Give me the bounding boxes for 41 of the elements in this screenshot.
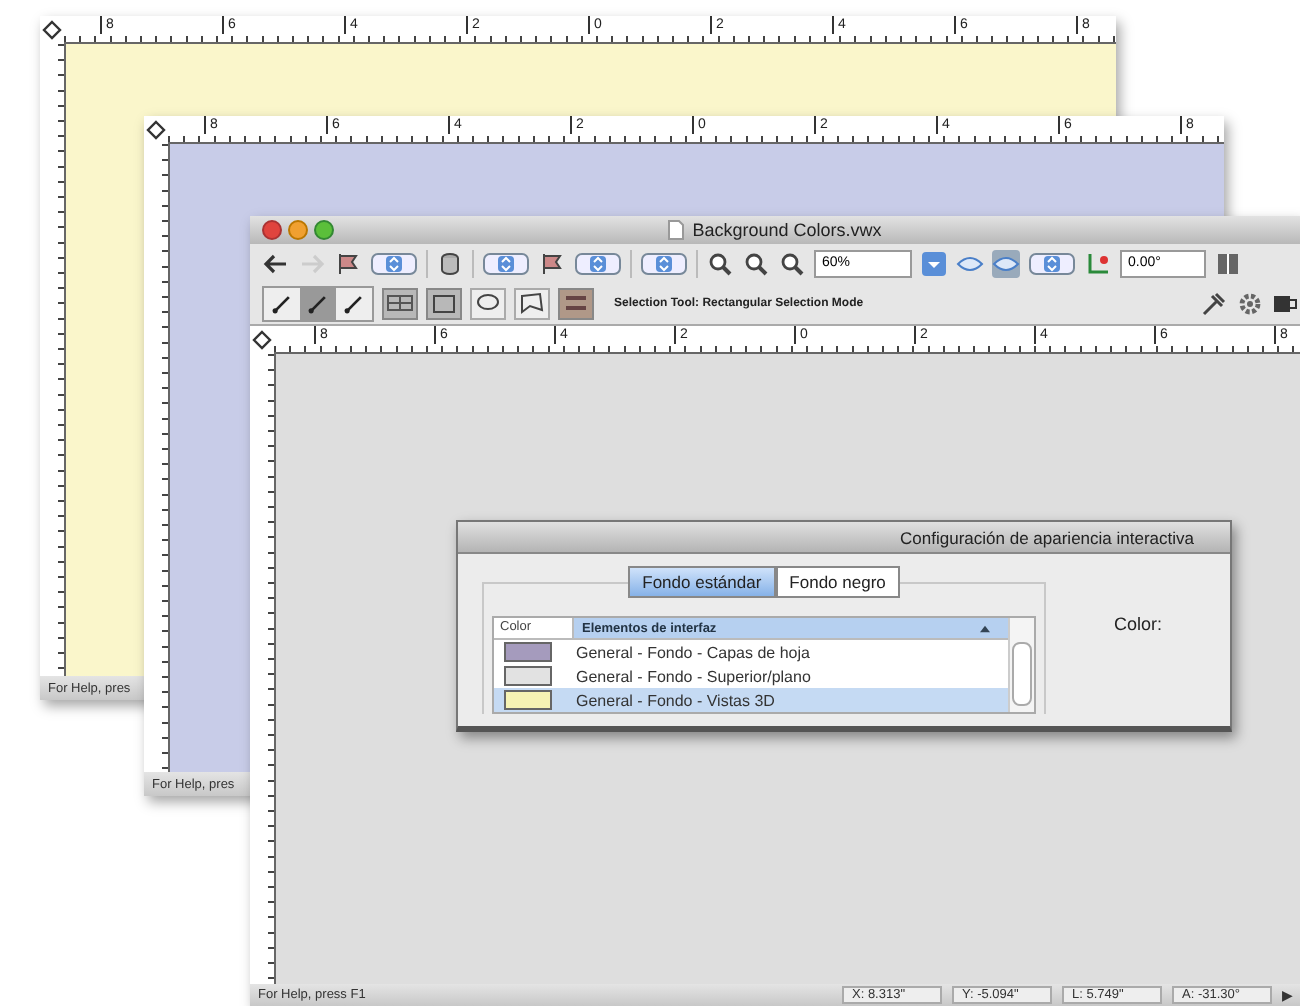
eye-icon[interactable] xyxy=(992,250,1020,278)
dropdown-icon[interactable] xyxy=(920,250,948,278)
line-tool-icon xyxy=(342,292,366,316)
line-tool-icon xyxy=(270,292,294,316)
flag-icon[interactable] xyxy=(334,250,362,278)
mode-button[interactable] xyxy=(336,288,372,320)
arrow-left-icon[interactable] xyxy=(262,250,290,278)
export-icon[interactable] xyxy=(1272,290,1300,318)
snap-icon[interactable] xyxy=(1084,250,1112,278)
list-row[interactable]: General - Fondo - Capas de hoja xyxy=(494,640,1008,664)
magnifier-icon[interactable] xyxy=(742,250,770,278)
rectangle-icon[interactable] xyxy=(426,288,462,320)
list-row[interactable]: General - Fondo - Superior/plano xyxy=(494,664,1008,688)
dialog-title: Configuración de apariencia interactiva xyxy=(900,527,1194,547)
scrollbar[interactable] xyxy=(1008,618,1034,712)
mode-button[interactable] xyxy=(264,288,300,320)
magnifier-icon[interactable] xyxy=(778,250,806,278)
settings-icon[interactable] xyxy=(1236,290,1264,318)
line-tool-icon xyxy=(306,292,330,316)
flag-icon[interactable] xyxy=(538,250,566,278)
cylinder-icon[interactable] xyxy=(436,250,464,278)
magnifier-icon[interactable] xyxy=(706,250,734,278)
diamond-icon xyxy=(144,118,168,142)
tab[interactable]: Fondo negro xyxy=(775,566,900,598)
list-row[interactable]: General - Fondo - Vistas 3D xyxy=(494,688,1008,712)
zoom-button[interactable] xyxy=(314,220,334,240)
grid-icon[interactable] xyxy=(382,288,418,320)
diamond-icon xyxy=(250,328,274,352)
document-icon xyxy=(668,220,685,240)
diamond-icon xyxy=(40,18,64,42)
tab[interactable]: Fondo estándar xyxy=(628,566,776,598)
lasso-icon[interactable] xyxy=(470,288,506,320)
sort-arrow-icon[interactable] xyxy=(978,623,992,633)
stepper-icon[interactable] xyxy=(1028,250,1076,278)
color-label: Color: xyxy=(1114,614,1163,634)
minimize-button[interactable] xyxy=(288,220,308,240)
close-button[interactable] xyxy=(262,220,282,240)
polygon-icon[interactable] xyxy=(514,288,550,320)
mode-button[interactable] xyxy=(300,288,336,320)
window-title: Background Colors.vwx xyxy=(692,220,882,240)
stepper-icon[interactable] xyxy=(640,250,688,278)
